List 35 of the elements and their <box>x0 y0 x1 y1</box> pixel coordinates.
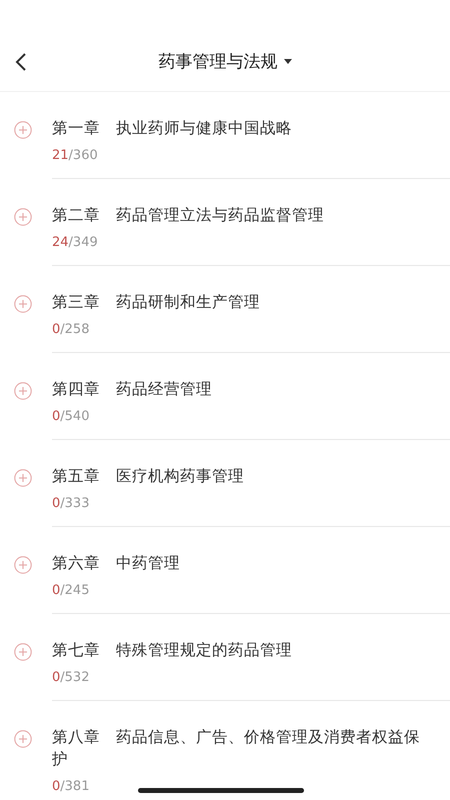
done-count: 21 <box>52 148 69 163</box>
done-count: 0 <box>52 583 60 598</box>
total-count: /360 <box>68 148 98 163</box>
chapter-title[interactable]: 第八章 药品信息、广告、价格管理及消费者权益保护 <box>52 726 432 770</box>
chapter-title[interactable]: 第四章 药品经营管理 <box>52 378 432 400</box>
done-count: 0 <box>52 670 60 685</box>
total-count: /532 <box>60 670 90 685</box>
expand-icon[interactable] <box>14 643 32 661</box>
done-count: 0 <box>52 779 60 794</box>
total-count: /540 <box>60 409 90 424</box>
chapter-title[interactable]: 第五章 医疗机构药事管理 <box>52 465 432 487</box>
expand-icon[interactable] <box>14 295 32 313</box>
caret-icon[interactable] <box>284 59 292 64</box>
expand-icon[interactable] <box>14 121 32 139</box>
done-count: 0 <box>52 322 60 337</box>
expand-icon[interactable] <box>14 730 32 748</box>
total-count: /381 <box>60 779 90 794</box>
total-count: /333 <box>60 496 90 511</box>
chapter-title[interactable]: 第二章 药品管理立法与药品监督管理 <box>52 204 432 226</box>
expand-icon[interactable] <box>14 469 32 487</box>
expand-icon[interactable] <box>14 556 32 574</box>
chapter-title[interactable]: 第一章 执业药师与健康中国战略 <box>52 117 432 139</box>
total-count: /245 <box>60 583 90 598</box>
done-count: 0 <box>52 496 60 511</box>
total-count: /258 <box>60 322 90 337</box>
chapter-title[interactable]: 第七章 特殊管理规定的药品管理 <box>52 639 432 661</box>
chapter-title[interactable]: 第三章 药品研制和生产管理 <box>52 291 432 313</box>
expand-icon[interactable] <box>14 208 32 226</box>
chapter-title[interactable]: 第六章 中药管理 <box>52 552 432 574</box>
expand-icon[interactable] <box>14 382 32 400</box>
done-count: 0 <box>52 409 60 424</box>
done-count: 24 <box>52 235 69 250</box>
total-count: /349 <box>68 235 98 250</box>
back-icon[interactable] <box>15 52 27 72</box>
page-title[interactable]: 药事管理与法规 <box>158 50 278 73</box>
